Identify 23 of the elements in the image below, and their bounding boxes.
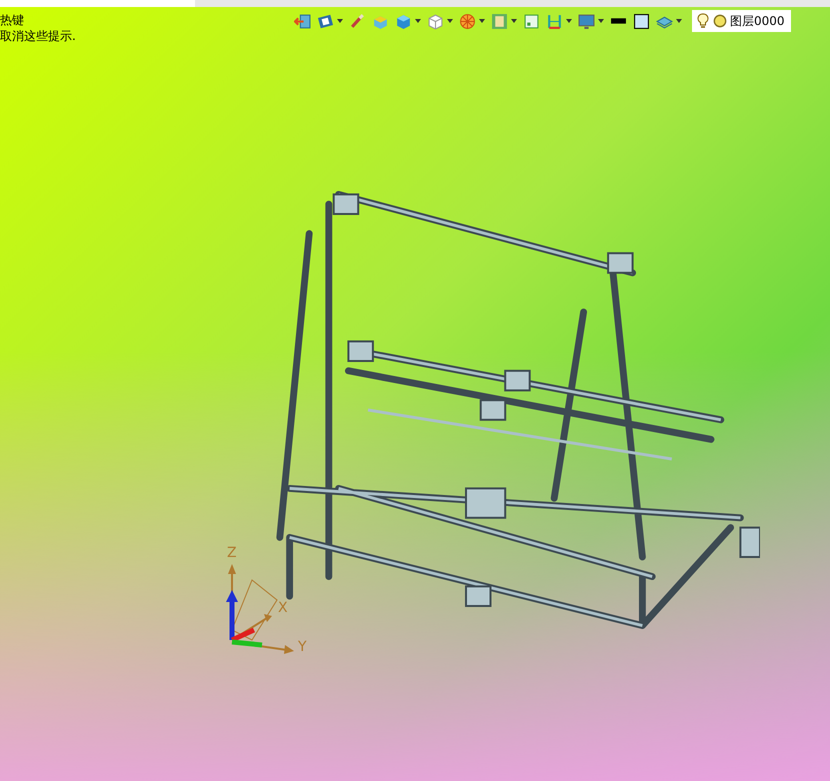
layer-name: 图层0000 [730,12,785,30]
caret-icon[interactable] [415,19,421,23]
brush-icon[interactable] [349,12,366,30]
lightbulb-icon [696,13,710,29]
caret-icon[interactable] [566,19,572,23]
layer-field[interactable]: 图层0000 [692,10,791,32]
caret-icon[interactable] [598,19,604,23]
hint-text: 热键 [0,12,25,28]
axis-label: Y [298,639,307,655]
window-icon[interactable] [523,12,540,30]
caret-icon[interactable] [511,19,517,23]
monitor-icon[interactable] [578,12,595,30]
caret-icon[interactable] [479,19,485,23]
axis-label: X [278,600,288,616]
caret-icon[interactable] [676,19,682,23]
hint-text: 取消这些提示. [0,28,76,44]
caret-icon[interactable] [337,19,343,23]
view-icon[interactable] [317,12,334,30]
square-icon[interactable] [633,12,650,30]
exit-icon[interactable] [294,12,311,30]
caret-icon[interactable] [447,19,453,23]
circle-icon [713,13,727,29]
axis-label: Z [227,545,237,561]
